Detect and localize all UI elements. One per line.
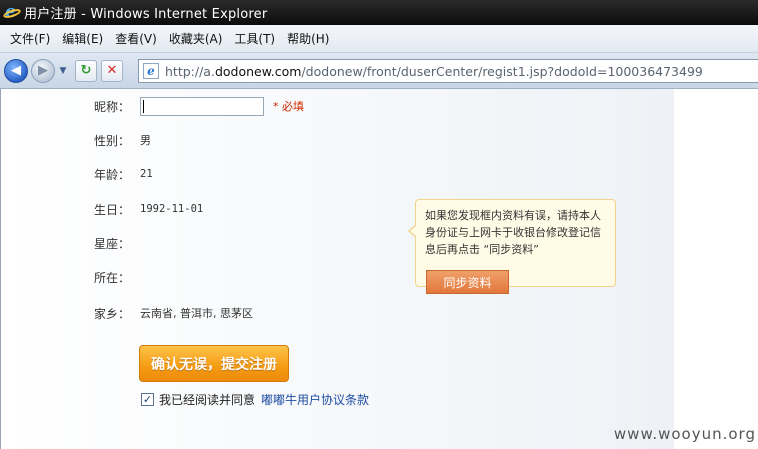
url-host: dodonew.com <box>214 63 302 79</box>
gender-value: 男 <box>140 134 151 147</box>
back-button[interactable]: ◀ <box>4 58 28 83</box>
constellation-row: 星座： <box>94 233 140 253</box>
page-content: 昵称： * 必填 性别： 男 年龄： 21 生日： 1992-11-01 星座：… <box>0 89 758 449</box>
menu-bar: 文件(F) 编辑(E) 查看(V) 收藏夹(A) 工具(T) 帮助(H) <box>0 25 758 53</box>
close-icon: ✕ <box>106 63 118 78</box>
age-row: 年龄： 21 <box>94 164 153 184</box>
refresh-icon: ↻ <box>80 63 92 78</box>
age-value: 21 <box>140 168 153 180</box>
birthday-value: 1992-11-01 <box>140 203 204 215</box>
nickname-input[interactable] <box>140 96 264 116</box>
location-label: 所在： <box>94 270 131 285</box>
menu-help[interactable]: 帮助(H) <box>281 25 335 53</box>
title-bar: e 用户注册 - Windows Internet Explorer <box>0 0 758 25</box>
nickname-label: 昵称： <box>94 99 131 114</box>
menu-file[interactable]: 文件(F) <box>4 25 56 53</box>
navigation-bar: ◀ ▶ ▼ ↻ ✕ e http://a.dodonew.com/dodonew… <box>0 53 758 89</box>
chevron-down-icon: ▼ <box>59 65 67 76</box>
menu-edit[interactable]: 编辑(E) <box>56 25 109 53</box>
tip-text: 如果您发现框内资料有误，请持本人身份证与上网卡于收银台修改登记信息后再点击 “同… <box>425 209 601 256</box>
arrow-right-icon: ▶ <box>38 63 48 78</box>
menu-view[interactable]: 查看(V) <box>109 25 163 53</box>
birthday-label: 生日： <box>94 202 131 217</box>
agreement-terms-link[interactable]: 嘟嘟牛用户协议条款 <box>261 391 369 408</box>
nickname-row: 昵称： * 必填 <box>94 96 304 116</box>
url-path: /dodonew/front/duserCenter/regist1.jsp?d… <box>301 63 703 79</box>
internet-explorer-icon: e <box>2 2 22 22</box>
hometown-label: 家乡： <box>94 306 131 321</box>
required-hint: * 必填 <box>273 100 304 113</box>
gender-row: 性别： 男 <box>94 130 151 150</box>
menu-tools[interactable]: 工具(T) <box>228 25 281 53</box>
constellation-label: 星座： <box>94 236 131 251</box>
arrow-left-icon: ◀ <box>11 63 21 78</box>
url-prefix: http://a. <box>165 63 215 79</box>
tip-arrow-fill <box>410 225 417 237</box>
address-url[interactable]: http://a.dodonew.com/dodonew/front/duser… <box>165 64 703 79</box>
watermark: www.wooyun.org <box>613 425 756 443</box>
window-title: 用户注册 - Windows Internet Explorer <box>24 7 268 22</box>
menu-favorites[interactable]: 收藏夹(A) <box>163 25 229 53</box>
forward-button[interactable]: ▶ <box>31 58 55 83</box>
stop-button[interactable]: ✕ <box>101 59 123 82</box>
agreement-text: 我已经阅读并同意 <box>159 393 256 407</box>
address-bar[interactable]: e http://a.dodonew.com/dodonew/front/dus… <box>138 59 758 83</box>
age-label: 年龄： <box>94 167 131 182</box>
location-row: 所在： <box>94 267 140 287</box>
birthday-row: 生日： 1992-11-01 <box>94 199 203 219</box>
hometown-row: 家乡： 云南省, 普洱市, 思茅区 <box>94 303 253 323</box>
text-caret <box>143 99 144 113</box>
refresh-button[interactable]: ↻ <box>75 59 97 82</box>
gender-label: 性别： <box>94 133 131 148</box>
submit-registration-button[interactable]: 确认无误，提交注册 <box>139 345 289 382</box>
page-icon: e <box>143 63 159 79</box>
hometown-value: 云南省, 普洱市, 思茅区 <box>140 307 253 320</box>
sync-tip-box: 如果您发现框内资料有误，请持本人身份证与上网卡于收银台修改登记信息后再点击 “同… <box>408 199 616 294</box>
sync-profile-button[interactable]: 同步资料 <box>426 270 509 294</box>
recent-pages-dropdown[interactable]: ▼ <box>57 59 69 83</box>
agreement-checkbox[interactable]: ✓ <box>141 393 154 406</box>
agreement-row: ✓ 我已经阅读并同意 嘟嘟牛用户协议条款 <box>141 391 369 408</box>
